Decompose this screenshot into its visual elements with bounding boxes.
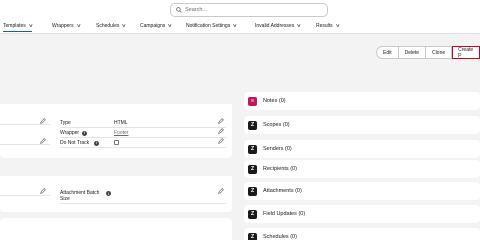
z-icon: Z [248,232,257,240]
pencil-icon[interactable] [40,118,46,124]
tab-invalid-addresses[interactable]: Invalid Addresses ∨ [255,23,302,29]
field-divider [0,124,50,125]
create-button[interactable]: Create P [452,46,480,59]
do-not-track-label-text: Do Not Track [60,140,90,146]
pencil-icon[interactable] [40,138,46,144]
wrapper-label-text: Wrapper [60,130,80,136]
tab-templates[interactable]: Templates ∨ [3,23,33,32]
do-not-track-checkbox [114,140,119,145]
delete-button[interactable]: Delete [398,46,427,59]
related-label: Field Updates (0) [263,211,306,217]
related-schedules[interactable]: Z Schedules (0) [244,228,480,240]
related-senders[interactable]: Z Senders (0) [244,140,480,158]
section-header [0,92,232,104]
record-header [0,35,480,87]
chevron-down-icon[interactable]: ∨ [232,23,237,29]
details-card: Attachment Batch Size i [0,164,232,212]
tab-results[interactable]: Results ∨ [316,23,340,29]
related-notes[interactable]: ≡ Notes (0) [244,92,480,110]
tab-label: Schedules [96,23,120,29]
z-icon: Z [248,144,257,154]
field-divider [0,195,50,196]
related-scopes[interactable]: Z Scopes (0) [244,116,480,134]
do-not-track-label: Do Not Track i [60,140,100,146]
z-icon: Z [248,164,257,174]
chevron-down-icon[interactable]: ∨ [296,23,301,29]
tab-label: Invalid Addresses [255,23,295,29]
related-recipients[interactable]: Z Recipients (0) [244,160,480,178]
field-divider [0,144,50,145]
search-icon [176,7,182,13]
info-icon[interactable]: i [106,191,111,196]
tab-wrappers[interactable]: Wrappers ∨ [52,23,81,29]
z-icon: Z [248,209,257,219]
tab-bar: Templates ∨ Wrappers ∨ Schedules ∨ Campa… [0,20,480,34]
pencil-icon[interactable] [218,118,224,124]
related-attachments[interactable]: Z Attachments (0) [244,182,480,200]
pencil-icon[interactable] [40,188,46,194]
tab-label: Wrappers [52,23,74,29]
search-placeholder: Search... [185,7,208,13]
notes-icon: ≡ [248,96,257,106]
tab-notification-settings[interactable]: Notification Settings ∨ [186,23,238,29]
chevron-down-icon[interactable]: ∨ [335,23,340,29]
chevron-down-icon[interactable]: ∨ [168,23,173,29]
tab-campaigns[interactable]: Campaigns ∨ [140,23,173,29]
details-card [0,218,232,240]
field-divider [60,137,226,138]
chevron-down-icon[interactable]: ∨ [76,23,81,29]
related-label: Schedules (0) [263,234,297,240]
type-value: HTML [114,120,128,126]
info-icon[interactable]: i [94,140,100,146]
pencil-icon[interactable] [218,188,224,194]
tab-label: Templates [3,23,26,29]
wrapper-label: Wrapper i [60,130,88,136]
info-icon[interactable]: i [82,130,88,136]
clone-button[interactable]: Clone [426,46,453,59]
section-header [0,164,232,176]
z-icon: Z [248,120,257,130]
type-label: Type [60,120,71,126]
z-icon: Z [248,186,257,196]
related-label: Attachments (0) [263,188,302,194]
action-button-group: Edit Delete Clone Create P [376,46,480,59]
related-label: Scopes (0) [263,122,290,128]
pencil-icon[interactable] [218,128,224,134]
top-bar: Search... [0,0,480,20]
tab-label: Results [316,23,333,29]
related-field-updates[interactable]: Z Field Updates (0) [244,205,480,223]
tab-label: Campaigns [140,23,166,29]
field-divider [60,127,226,128]
field-divider [60,147,226,148]
attachment-batch-size-label: Attachment Batch Size [60,190,110,202]
related-label: Senders (0) [263,146,292,152]
search-input[interactable]: Search... [170,3,328,17]
details-card: Type HTML Wrapper i Footer Do Not Track … [0,92,232,158]
edit-button[interactable]: Edit [376,46,399,59]
chevron-down-icon[interactable]: ∨ [122,23,127,29]
attachment-batch-size-label-text: Attachment Batch Size [60,190,100,202]
pencil-icon[interactable] [218,138,224,144]
chevron-down-icon[interactable]: ∨ [28,23,33,29]
tab-label: Notification Settings [186,23,231,29]
related-label: Notes (0) [263,98,286,104]
field-divider [60,203,226,204]
related-label: Recipients (0) [263,166,297,172]
tab-schedules[interactable]: Schedules ∨ [96,23,127,29]
wrapper-link[interactable]: Footer [114,130,128,136]
